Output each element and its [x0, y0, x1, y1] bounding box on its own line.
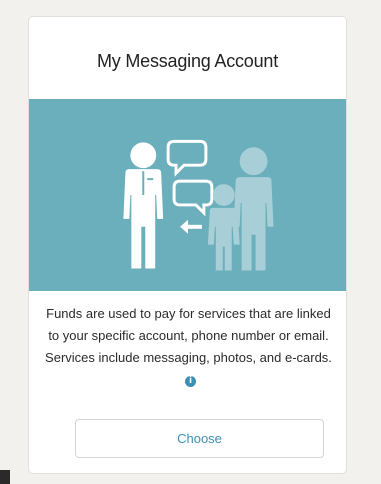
messaging-illustration-icon — [123, 139, 274, 271]
arrow-left-icon — [180, 219, 202, 234]
choose-button[interactable]: Choose — [75, 419, 324, 458]
speech-bubble-icon — [166, 139, 214, 217]
description-text: Funds are used to pay for services that … — [45, 306, 332, 365]
messaging-account-card: My Messaging Account Funds are used to p… — [28, 16, 347, 474]
card-title: My Messaging Account — [96, 51, 279, 71]
staff-person-icon — [123, 142, 164, 269]
family-icon — [207, 147, 274, 271]
info-icon[interactable]: i — [185, 376, 196, 387]
account-description: Funds are used to pay for services that … — [43, 303, 334, 391]
page: My Messaging Account Funds are used to p… — [0, 0, 381, 484]
account-banner — [29, 99, 346, 291]
corner-mark — [0, 470, 10, 484]
